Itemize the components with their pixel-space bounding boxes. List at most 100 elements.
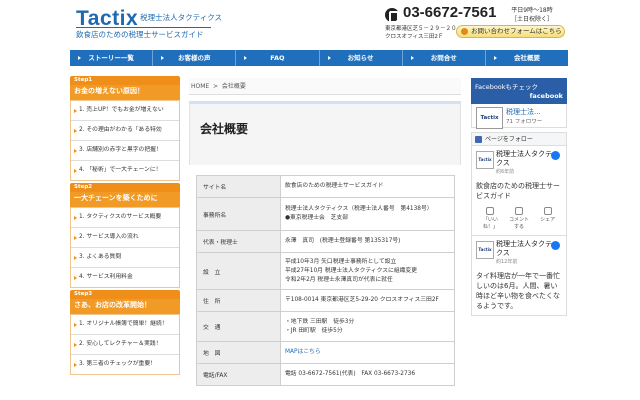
post-body: 飲食店のための税理士サービスガイド [476, 182, 560, 200]
facebook-post: Tactix 税理士法人タクティクス 約12年前 タイ料理店が一年で一番忙しいの… [471, 236, 567, 316]
left-sidebar: Step1 お金の増えない原因！ 1. 売上UP！でもお金が増えない 2. その… [70, 76, 180, 377]
table-row: 住 所 〒108-0014 東京都港区芝5-29-20 クロスオフィス三田2F [196, 289, 455, 312]
row-value: 永澤 真司 (税理士登録番号 第135317号) [280, 230, 455, 253]
nav-item-testimonials[interactable]: お客様の声 [153, 50, 237, 66]
facebook-icon [475, 136, 482, 143]
sidebar-link[interactable]: 4. サービス利用料金 [71, 268, 179, 287]
facebook-header-title: Facebookもチェック [475, 83, 539, 91]
step-badge: Step1 [70, 76, 180, 85]
row-label: サイト名 [196, 175, 281, 198]
row-value: 電話 03-6672-7561(代表) FAX 03-6673-2736 [280, 363, 455, 386]
main-content: HOME > 会社概要 会社概要 [189, 78, 461, 165]
facebook-icon [551, 241, 560, 250]
step-block-2: Step2 一大チェーンを築くために 1. タクティクスのサービス概要 2. サ… [70, 183, 180, 288]
site-tagline: 飲食店のための税理士サービスガイド [76, 30, 204, 39]
page-name[interactable]: 税理士法... [506, 107, 541, 117]
nav-item-faq[interactable]: FAQ [236, 50, 320, 66]
sidebar-link[interactable]: 3. よくある質問 [71, 248, 179, 268]
row-value-line: ●東京税理士会 芝支部 [285, 215, 349, 221]
step-block-1: Step1 お金の増えない原因！ 1. 売上UP！でもお金が増えない 2. その… [70, 76, 180, 181]
post-avatar: Tactix [476, 241, 494, 259]
step-list: 1. オリジナル帳簿で簡単！継続！ 2. 安心してレクチャー＆実践！ 3. 第三… [70, 314, 180, 375]
row-value-line: ・JR 田町駅 徒歩5分 [285, 327, 343, 334]
sidebar-link[interactable]: 4. 「秘術」で一大チェーンに！ [71, 161, 179, 180]
row-label: 交 通 [196, 311, 281, 342]
step-title: さあ、お店の改革開始！ [70, 299, 180, 314]
sidebar-link[interactable]: 2. その理由がわかる「ある特効 [71, 121, 179, 141]
map-link[interactable]: MAPはこちら [285, 349, 321, 355]
step-list: 1. タクティクスのサービス概要 2. サービス導入の流れ 3. よくある質問 … [70, 207, 180, 288]
breadcrumb-home[interactable]: HOME [191, 83, 209, 90]
page: Tactix 税理士法人タクティクス 飲食店のための税理士サービスガイド 03-6… [0, 0, 640, 400]
step-badge: Step2 [70, 183, 180, 192]
sidebar-link[interactable]: 2. サービス導入の流れ [71, 228, 179, 248]
table-row: 地 図 MAPはこちら [196, 341, 455, 364]
row-value: 税理士法人タクティクス（税理士法人番号 第4138号） ●東京税理士会 芝支部 [280, 197, 455, 231]
sidebar-link[interactable]: 3. 第三者のチェックが重要！ [71, 355, 179, 374]
like-action[interactable]: 「いいね！」 [480, 207, 500, 231]
post-body: タイ料理店が一年で一番忙しいのは6月。人間、暑い時ほど辛い物を食べたくなるようで… [476, 272, 560, 310]
comment-action-label: コメントする [508, 217, 529, 230]
facebook-header: Facebookもチェック facebook [471, 78, 567, 104]
share-icon [543, 207, 552, 215]
follow-page-button[interactable]: ページをフォロー [471, 132, 567, 146]
table-row: 事務所名 税理士法人タクティクス（税理士法人番号 第4138号） ●東京税理士会… [196, 197, 455, 231]
facebook-page-card[interactable]: Tactix 税理士法... 71 フォロワー [471, 104, 567, 129]
nav-item-company[interactable]: 会社概要 [486, 50, 568, 66]
comment-action[interactable]: コメントする [509, 207, 529, 231]
global-nav: ストーリー一覧 お客様の声 FAQ お知らせ お問合せ 会社概要 [70, 50, 568, 66]
sidebar-link[interactable]: 2. 安心してレクチャー＆実践！ [71, 335, 179, 355]
row-value: 飲食店のための税理士サービスガイド [280, 175, 455, 198]
sidebar-link[interactable]: 1. 売上UP！でもお金が増えない [71, 101, 179, 121]
page-title: 会社概要 [200, 122, 249, 136]
nav-item-contact[interactable]: お問合せ [403, 50, 486, 66]
table-row: 交 通 ・地下鉄 三田駅 徒歩3分 ・JR 田町駅 徒歩5分 [196, 311, 455, 342]
step-title: お金の増えない原因！ [70, 85, 180, 100]
share-action[interactable]: シェア [538, 207, 558, 231]
table-row: サイト名 飲食店のための税理士サービスガイド [196, 175, 455, 198]
sidebar-link[interactable]: 3. 店舗別の赤字と黒字の把握！ [71, 141, 179, 161]
address-line-1: 東京都港区芝５－２９－２０ [385, 26, 457, 32]
phone-number[interactable]: 03-6672-7561 [403, 4, 496, 21]
breadcrumb-separator: > [213, 83, 219, 90]
row-value-line: 平成27年10月 税理士法人タクティクスに組織変更 [285, 267, 418, 274]
business-hours: 平日9時～18時 ［土日祝除く］ [511, 6, 553, 24]
contact-form-button[interactable]: お問い合わせフォームはこちら [456, 25, 565, 38]
share-action-label: シェア [540, 217, 556, 223]
row-value-line: ・地下鉄 三田駅 徒歩3分 [285, 318, 355, 325]
nav-item-news[interactable]: お知らせ [320, 50, 403, 66]
facebook-wordmark: facebook [529, 92, 563, 100]
follower-count: 71 フォロワー [506, 119, 543, 125]
logo-divider [76, 27, 211, 28]
row-value-line: 税理士法人タクティクス（税理士法人番号 第4138号） [285, 206, 433, 212]
post-avatar: Tactix [476, 151, 494, 169]
post-time: 約6年前 [496, 169, 515, 175]
logo-sub-text: 税理士法人タクティクス [140, 13, 222, 22]
post-actions: 「いいね！」 コメントする シェア [476, 207, 562, 231]
row-value: MAPはこちら [280, 341, 455, 364]
address-line-2: クロスオフィス三田2Ｆ [385, 34, 444, 40]
company-info-table: サイト名 飲食店のための税理士サービスガイド 事務所名 税理士法人タクティクス（… [196, 175, 455, 386]
office-address: 東京都港区芝５－２９－２０ クロスオフィス三田2Ｆ [385, 25, 457, 41]
follow-page-label: ページをフォロー [485, 136, 533, 143]
step-block-3: Step3 さあ、お店の改革開始！ 1. オリジナル帳簿で簡単！継続！ 2. 安… [70, 290, 180, 375]
breadcrumb-current: 会社概要 [221, 83, 246, 90]
row-label: 事務所名 [196, 197, 281, 231]
arrow-circle-icon [461, 28, 468, 35]
comment-icon [514, 207, 523, 215]
table-row: 代表・税理士 永澤 真司 (税理士登録番号 第135317号) [196, 230, 455, 253]
sidebar-link[interactable]: 1. オリジナル帳簿で簡単！継続！ [71, 315, 179, 335]
row-label: 設 立 [196, 252, 281, 290]
thumbs-up-icon [486, 207, 495, 215]
facebook-post: Tactix 税理士法人タクティクス 約6年前 飲食店のための税理士サービスガイ… [471, 146, 567, 236]
site-header: Tactix 税理士法人タクティクス 飲食店のための税理士サービスガイド 03-6… [0, 0, 640, 46]
row-label: 電話/FAX [196, 363, 281, 386]
row-label: 代表・税理士 [196, 230, 281, 253]
row-value: ・地下鉄 三田駅 徒歩3分 ・JR 田町駅 徒歩5分 [280, 311, 455, 342]
step-list: 1. 売上UP！でもお金が増えない 2. その理由がわかる「ある特効 3. 店舗… [70, 100, 180, 181]
phone-icon [385, 8, 399, 23]
sidebar-link[interactable]: 1. タクティクスのサービス概要 [71, 208, 179, 228]
row-value: 〒108-0014 東京都港区芝5-29-20 クロスオフィス三田2F [280, 289, 455, 312]
nav-item-stories[interactable]: ストーリー一覧 [70, 50, 154, 66]
step-badge: Step3 [70, 290, 180, 299]
